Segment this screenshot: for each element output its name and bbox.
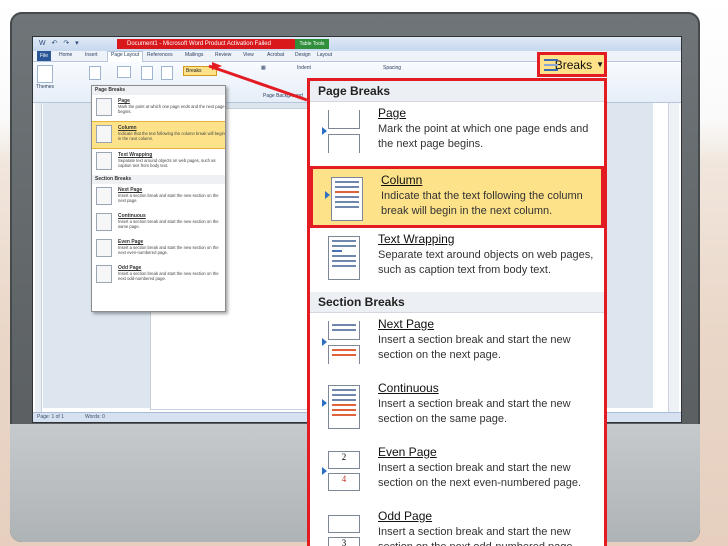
even-page-icon	[96, 239, 112, 257]
continuous-icon	[322, 385, 360, 429]
tab-layout[interactable]: Layout	[317, 52, 332, 58]
breaks-icon	[544, 58, 558, 72]
next-page-icon	[96, 187, 112, 205]
small-item-desc: Separate text around objects on web page…	[118, 158, 216, 168]
themes-icon[interactable]	[37, 65, 53, 83]
continuous-icon	[96, 213, 112, 231]
tab-view[interactable]: View	[243, 52, 254, 58]
text-wrapping-icon	[322, 236, 360, 280]
breaks-menu-large: Page Breaks Page Mark the point at which…	[307, 78, 607, 546]
margins-icon[interactable]	[89, 66, 101, 80]
small-item-title: Odd Page	[118, 265, 142, 271]
breaks-dropdown-small: Page Breaks Page Mark the point at which…	[91, 85, 226, 312]
small-item-desc: Insert a section break and start the new…	[118, 271, 219, 281]
small-item-even-page[interactable]: Even Page Insert a section break and sta…	[92, 236, 225, 262]
tab-insert[interactable]: Insert	[85, 52, 98, 58]
small-item-title: Page	[118, 98, 130, 104]
vertical-ruler	[35, 103, 42, 413]
page-count: Page: 1 of 1	[37, 414, 64, 420]
column-break-icon	[325, 177, 363, 221]
menu-item-desc: Insert a section break and start the new…	[378, 526, 576, 546]
breaks-button-label: Breaks	[554, 57, 593, 72]
small-item-next-page[interactable]: Next Page Insert a section break and sta…	[92, 184, 225, 210]
tab-page-layout[interactable]: Page Layout	[107, 51, 144, 62]
chevron-down-icon: ▼	[596, 60, 604, 69]
small-item-title: Continuous	[118, 213, 146, 219]
small-item-desc: Indicate that the text following the col…	[118, 131, 225, 141]
small-item-title: Text Wrapping	[118, 152, 153, 158]
orientation-icon[interactable]	[117, 66, 131, 78]
vertical-scrollbar[interactable]	[668, 103, 679, 413]
small-section-breaks-header: Section Breaks	[92, 175, 225, 184]
small-page-breaks-header: Page Breaks	[92, 86, 225, 95]
text-wrapping-icon	[96, 152, 112, 170]
title-bar: W ↶ ↷ ▾ Document1 - Microsoft Word Produ…	[33, 37, 681, 52]
menu-item-title: Column	[381, 173, 423, 187]
odd-page-icon	[96, 265, 112, 283]
breaks-button-large[interactable]: Breaks ▼	[537, 52, 607, 77]
menu-item-desc: Insert a section break and start the new…	[378, 462, 582, 489]
menu-item-text-wrapping[interactable]: Text Wrapping Separate text around objec…	[310, 228, 604, 292]
small-item-title: Next Page	[118, 187, 143, 193]
small-item-desc: Insert a section break and start the new…	[118, 219, 219, 229]
next-page-icon	[322, 321, 360, 365]
menu-item-title: Next Page	[378, 317, 435, 331]
themes-label: Themes	[36, 84, 55, 90]
tab-mailings[interactable]: Mailings	[185, 52, 203, 58]
page-background-label: Page Background	[263, 93, 303, 99]
small-item-desc: Insert a section break and start the new…	[118, 193, 219, 203]
even-page-icon: 2 4	[322, 449, 360, 493]
tab-file[interactable]: File	[37, 51, 51, 61]
tab-references[interactable]: References	[147, 52, 173, 58]
menu-item-odd-page[interactable]: 3 Odd Page Insert a section break and st…	[310, 505, 604, 546]
quick-access-toolbar[interactable]: W ↶ ↷ ▾	[39, 39, 81, 47]
small-item-text-wrapping[interactable]: Text Wrapping Separate text around objec…	[92, 149, 225, 175]
menu-item-desc: Mark the point at which one page ends an…	[378, 123, 589, 150]
tab-review[interactable]: Review	[215, 52, 231, 58]
spacing-label: Spacing	[383, 65, 402, 71]
breaks-button-small[interactable]: Breaks	[183, 66, 217, 76]
menu-item-even-page[interactable]: 2 4 Even Page Insert a section break and…	[310, 441, 604, 505]
indent-label: Indent	[297, 65, 311, 71]
tab-acrobat[interactable]: Acrobat	[267, 52, 284, 58]
small-item-column[interactable]: Column Indicate that the text following …	[92, 121, 225, 149]
menu-item-desc: Insert a section break and start the new…	[378, 334, 571, 361]
column-break-icon	[96, 125, 112, 143]
page-break-icon	[96, 98, 112, 116]
small-item-odd-page[interactable]: Odd Page Insert a section break and star…	[92, 262, 225, 288]
small-item-title: Even Page	[118, 239, 144, 245]
menu-item-title: Text Wrapping	[378, 232, 455, 246]
menu-item-next-page[interactable]: Next Page Insert a section break and sta…	[310, 313, 604, 377]
watermark-icon[interactable]: ▦	[261, 65, 266, 71]
menu-item-title: Page	[378, 106, 407, 120]
word-count: Words: 0	[85, 414, 105, 420]
tab-home[interactable]: Home	[59, 52, 72, 58]
small-item-desc: Insert a section break and start the new…	[118, 245, 219, 255]
table-tools-label: Table Tools	[295, 39, 329, 49]
menu-item-title: Continuous	[378, 381, 439, 395]
menu-item-desc: Insert a section break and start the new…	[378, 398, 571, 425]
menu-item-continuous[interactable]: Continuous Insert a section break and st…	[310, 377, 604, 441]
small-item-continuous[interactable]: Continuous Insert a section break and st…	[92, 210, 225, 236]
menu-item-title: Odd Page	[378, 509, 433, 523]
menu-item-title: Even Page	[378, 445, 437, 459]
menu-item-page[interactable]: Page Mark the point at which one page en…	[310, 102, 604, 166]
small-item-title: Column	[118, 125, 137, 131]
odd-page-icon: 3	[322, 513, 360, 546]
page-break-icon	[322, 110, 360, 154]
tab-design[interactable]: Design	[295, 52, 311, 58]
page-breaks-header: Page Breaks	[310, 81, 604, 102]
small-item-page[interactable]: Page Mark the point at which one page en…	[92, 95, 225, 121]
menu-item-desc: Indicate that the text following the col…	[381, 190, 583, 217]
columns-icon[interactable]	[161, 66, 173, 80]
menu-item-column[interactable]: Column Indicate that the text following …	[310, 166, 604, 228]
menu-item-desc: Separate text around objects on web page…	[378, 249, 594, 276]
small-item-desc: Mark the point at which one page ends an…	[118, 104, 225, 114]
section-breaks-header: Section Breaks	[310, 292, 604, 313]
size-icon[interactable]	[141, 66, 153, 80]
